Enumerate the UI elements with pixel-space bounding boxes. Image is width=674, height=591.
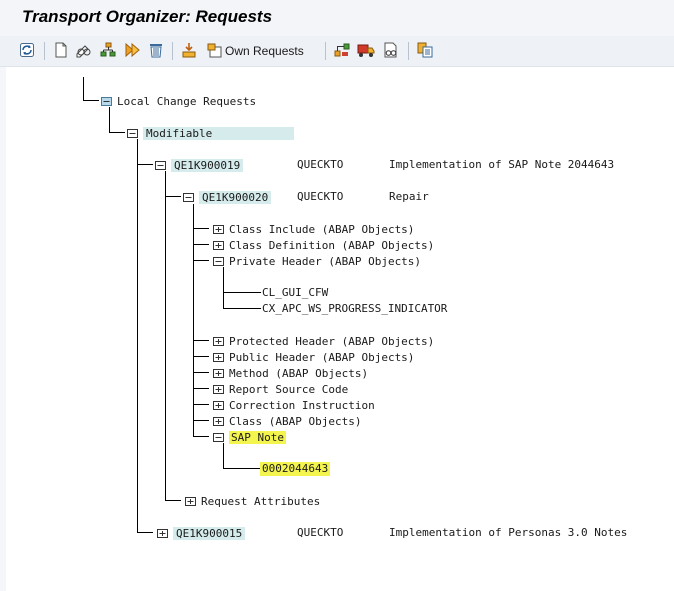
tree-node-label: Request Attributes	[201, 494, 321, 508]
request-id[interactable]: QE1K900015	[173, 526, 246, 540]
folder-open-icon	[183, 192, 194, 202]
delete-icon[interactable]	[147, 41, 165, 59]
folder-closed-icon	[213, 336, 224, 346]
sap-note-number[interactable]: 0002044643	[260, 462, 331, 476]
tree-node-request-attributes[interactable]: Request Attributes	[185, 494, 320, 508]
request-description: Implementation of Personas 3.0 Notes	[389, 526, 628, 539]
tree-node-object[interactable]: Class (ABAP Objects)	[213, 414, 361, 428]
folder-closed-icon	[213, 352, 224, 362]
request-description: Implementation of SAP Note 2044643	[389, 158, 615, 171]
folder-open-icon	[127, 128, 138, 138]
tree-node-object[interactable]: Method (ABAP Objects)	[213, 366, 368, 380]
request-owner: QUECKTO	[297, 158, 344, 171]
own-requests-button[interactable]: Own Requests	[225, 44, 304, 58]
request-owner: QUECKTO	[297, 526, 344, 539]
folder-open-icon	[155, 160, 166, 170]
object-label: Report Source Code	[229, 382, 349, 396]
tree-node-label: Modifiable	[143, 126, 294, 140]
folder-closed-icon	[213, 368, 224, 378]
display-change-icon[interactable]	[75, 41, 93, 59]
task-owner: QUECKTO	[297, 190, 344, 203]
object-label: Protected Header (ABAP Objects)	[229, 334, 435, 348]
request-tree: Local Change Requests Modifiable QE1K900…	[6, 67, 674, 591]
copy-icon[interactable]	[416, 41, 434, 59]
folder-open-icon	[101, 96, 112, 106]
object-label: Class Include (ABAP Objects)	[229, 222, 415, 236]
folder-open-icon	[213, 256, 224, 266]
tree-node-label: Local Change Requests	[117, 94, 257, 108]
object-item[interactable]: CL_GUI_CFW	[262, 286, 328, 300]
request-id[interactable]: QE1K900019	[171, 158, 244, 172]
folder-closed-icon	[213, 240, 224, 250]
tree-node-object[interactable]: Correction Instruction	[213, 398, 375, 412]
folder-closed-icon	[213, 416, 224, 426]
object-label: Class Definition (ABAP Objects)	[229, 238, 435, 252]
folder-open-icon	[213, 432, 224, 442]
tree-node-local-change-requests[interactable]: Local Change Requests	[101, 94, 256, 108]
glasses-icon[interactable]	[382, 41, 400, 59]
new-document-icon[interactable]	[52, 41, 70, 59]
tree-node-request-1[interactable]: QE1K900019	[155, 158, 244, 172]
tree-node-object[interactable]: Report Source Code	[213, 382, 348, 396]
own-requests-icon[interactable]	[206, 41, 224, 59]
object-label: SAP Note	[229, 430, 286, 444]
tree-node-task-1[interactable]: QE1K900020	[183, 190, 272, 204]
task-description: Repair	[389, 190, 429, 203]
tree-node-object[interactable]: Public Header (ABAP Objects)	[213, 350, 414, 364]
task-id[interactable]: QE1K900020	[199, 190, 272, 204]
folder-closed-icon	[157, 528, 168, 538]
object-label: Private Header (ABAP Objects)	[229, 254, 422, 268]
object-label: Public Header (ABAP Objects)	[229, 350, 415, 364]
object-label: Correction Instruction	[229, 398, 375, 412]
structure-icon[interactable]	[99, 41, 117, 59]
object-item[interactable]: CX_APC_WS_PROGRESS_INDICATOR	[262, 302, 447, 316]
object-label: Method (ABAP Objects)	[229, 366, 369, 380]
folder-closed-icon	[185, 496, 196, 506]
folder-closed-icon	[213, 400, 224, 410]
object-label: Class (ABAP Objects)	[229, 414, 362, 428]
application-toolbar: Own Requests	[0, 36, 674, 67]
refresh-icon[interactable]	[18, 41, 36, 59]
tree-node-object[interactable]: Protected Header (ABAP Objects)	[213, 334, 434, 348]
release-icon[interactable]	[180, 41, 198, 59]
title-bar: Transport Organizer: Requests	[0, 0, 674, 36]
tree-node-object[interactable]: Class Include (ABAP Objects)	[213, 222, 414, 236]
truck-icon[interactable]	[357, 41, 375, 59]
folder-closed-icon	[213, 384, 224, 394]
tree-node-sap-note[interactable]: SAP Note	[213, 430, 286, 444]
object-list-icon[interactable]	[333, 41, 351, 59]
tree-node-object[interactable]: Class Definition (ABAP Objects)	[213, 238, 434, 252]
tree-node-modifiable[interactable]: Modifiable	[127, 126, 294, 140]
tree-node-request-2[interactable]: QE1K900015	[157, 526, 246, 540]
folder-closed-icon	[213, 224, 224, 234]
tree-node-object[interactable]: Private Header (ABAP Objects)	[213, 254, 421, 268]
page-title: Transport Organizer: Requests	[22, 7, 273, 26]
execute-icon[interactable]	[123, 41, 141, 59]
